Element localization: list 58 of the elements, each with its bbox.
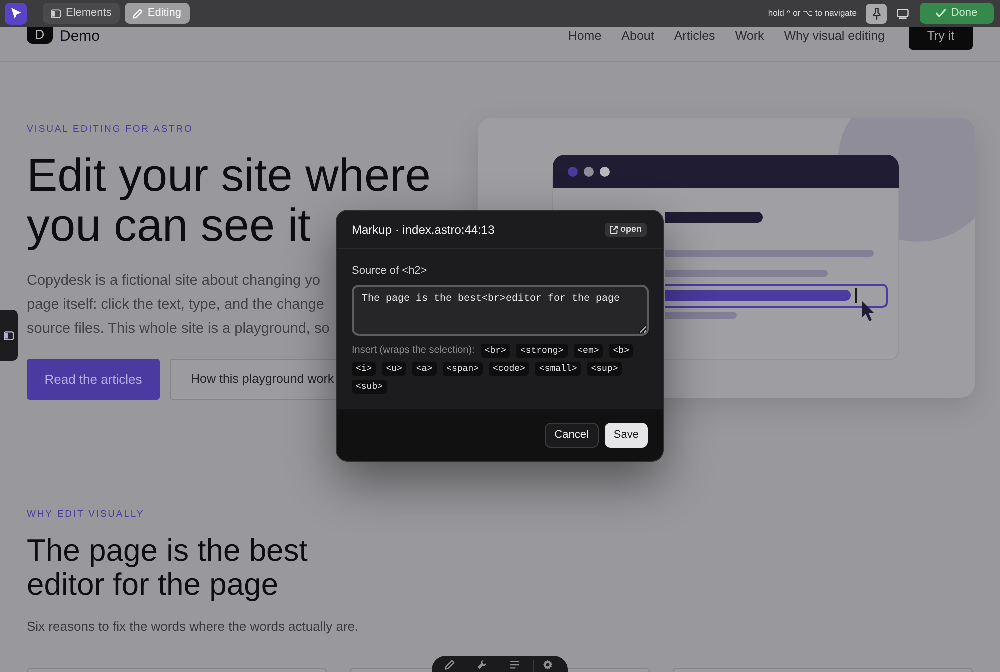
select-tool-button[interactable] bbox=[5, 2, 27, 24]
section-subtitle: Six reasons to fix the words where the words actually are. bbox=[27, 618, 359, 636]
window-dot-icon bbox=[584, 167, 594, 177]
tag-insert-button[interactable]: <i> bbox=[352, 362, 376, 376]
check-icon bbox=[936, 9, 946, 18]
site-logo[interactable]: D bbox=[27, 27, 53, 44]
nav-link[interactable]: Why visual editing bbox=[784, 29, 885, 43]
gear-icon[interactable] bbox=[543, 660, 553, 670]
tag-insert-button[interactable]: <small> bbox=[535, 362, 582, 376]
hero-heading: you can see it bbox=[27, 200, 311, 250]
insert-label: Insert (wraps the selection): bbox=[352, 344, 475, 358]
mode-tab[interactable]: Elements bbox=[43, 3, 120, 24]
sidebar-icon bbox=[4, 330, 14, 340]
pin-icon bbox=[872, 8, 882, 20]
save-button[interactable]: Save bbox=[604, 422, 648, 448]
monitor-icon bbox=[896, 8, 908, 18]
playground-info-button[interactable]: How this playground work bbox=[170, 359, 336, 400]
list-icon[interactable] bbox=[510, 660, 520, 670]
nav-link[interactable]: Home bbox=[568, 29, 602, 43]
nav-link[interactable]: Work bbox=[735, 29, 764, 43]
nav-link[interactable]: Articles bbox=[674, 29, 716, 43]
tag-insert-button[interactable]: <span> bbox=[442, 362, 484, 376]
site-name: Demo bbox=[60, 28, 100, 45]
pencil-icon bbox=[132, 8, 143, 18]
hero-description: Copydesk is a fictional site about changing yo page itself: click the text, type, and the change source files. This whole site is a playground, so bbox=[27, 272, 330, 339]
tag-insert-button[interactable]: <b> bbox=[609, 344, 634, 358]
wrench-icon[interactable] bbox=[477, 660, 487, 670]
cancel-button[interactable]: Cancel bbox=[544, 422, 599, 448]
window-dot-icon bbox=[600, 167, 610, 177]
open-file-link[interactable]: open bbox=[604, 222, 647, 236]
external-link-icon bbox=[610, 226, 618, 234]
tag-insert-button[interactable]: <em> bbox=[574, 344, 604, 358]
cursor-icon bbox=[10, 8, 22, 19]
tag-insert-button[interactable]: <sub> bbox=[352, 380, 388, 394]
sidebar-icon bbox=[51, 8, 61, 18]
tag-insert-button[interactable]: <sup> bbox=[587, 362, 622, 376]
pen-icon[interactable] bbox=[445, 660, 455, 670]
window-dot-icon bbox=[568, 167, 578, 177]
hero-heading: Edit your site where bbox=[27, 150, 431, 200]
navigation-hint: hold ^ or ⌥ to navigate bbox=[768, 7, 857, 20]
tag-insert-button[interactable]: <strong> bbox=[516, 344, 568, 358]
dialog-title: Markup · index.astro:44:13 bbox=[352, 222, 495, 238]
read-articles-button[interactable]: Read the articles bbox=[27, 359, 160, 400]
source-label: Source of <h2> bbox=[352, 264, 428, 278]
nav-link[interactable]: About bbox=[622, 29, 654, 43]
tag-insert-button[interactable]: <a> bbox=[412, 362, 437, 376]
source-field[interactable]: The page is the best<br>editor for the page bbox=[352, 285, 649, 336]
mouse-pointer-icon bbox=[862, 301, 874, 322]
tag-insert-button[interactable]: <br> bbox=[480, 344, 510, 358]
panel-toggle-button[interactable] bbox=[0, 310, 18, 361]
eyebrow-label: VISUAL EDITING FOR ASTRO bbox=[27, 124, 194, 136]
text-caret bbox=[855, 288, 857, 303]
section-heading: The page is the best editor for the page bbox=[27, 534, 308, 602]
pin-button[interactable] bbox=[866, 4, 887, 24]
tag-insert-button[interactable]: <u> bbox=[382, 362, 406, 376]
tag-insert-button[interactable]: <code> bbox=[489, 362, 530, 376]
try-it-button[interactable]: Try it bbox=[909, 27, 973, 50]
eyebrow-label: WHY EDIT VISUALLY bbox=[27, 509, 145, 521]
